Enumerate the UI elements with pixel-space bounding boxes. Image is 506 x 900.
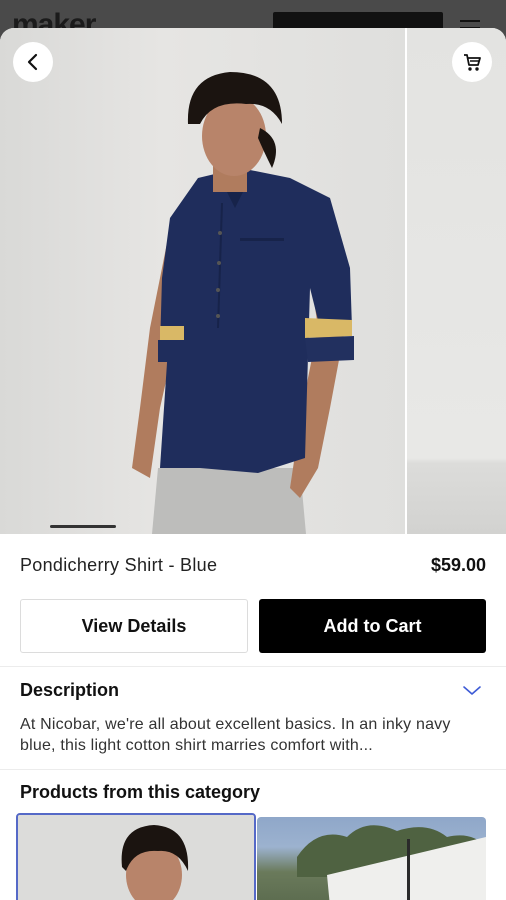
category-product-image — [297, 825, 486, 900]
gallery-slide-next[interactable] — [407, 28, 506, 534]
chevron-down-icon — [463, 686, 481, 695]
product-title-row: Pondicherry Shirt - Blue $59.00 — [20, 554, 486, 576]
category-product-image — [18, 815, 254, 900]
view-details-button[interactable]: View Details — [20, 599, 248, 653]
product-name: Pondicherry Shirt - Blue — [20, 554, 218, 575]
shopping-cart-icon — [464, 54, 481, 71]
description-toggle[interactable] — [462, 684, 482, 702]
category-product-card[interactable] — [257, 817, 486, 900]
cart-button[interactable] — [452, 42, 492, 82]
divider — [0, 769, 506, 770]
gallery-slide-indicator — [50, 525, 116, 528]
category-heading: Products from this category — [20, 782, 261, 802]
category-product-card[interactable] — [16, 813, 256, 900]
description-heading[interactable]: Description — [20, 680, 119, 701]
back-button[interactable] — [13, 42, 53, 82]
product-gallery[interactable] — [0, 28, 506, 534]
chevron-left-icon — [27, 53, 38, 71]
description-text: At Nicobar, we're all about excellent ba… — [20, 716, 451, 754]
product-sheet: Pondicherry Shirt - Blue $59.00 View Det… — [0, 28, 506, 900]
gallery-slide-main[interactable] — [0, 28, 405, 534]
add-to-cart-button[interactable]: Add to Cart — [259, 599, 486, 653]
divider — [0, 666, 506, 667]
product-photo — [132, 72, 354, 534]
product-price: $59.00 — [430, 554, 486, 575]
